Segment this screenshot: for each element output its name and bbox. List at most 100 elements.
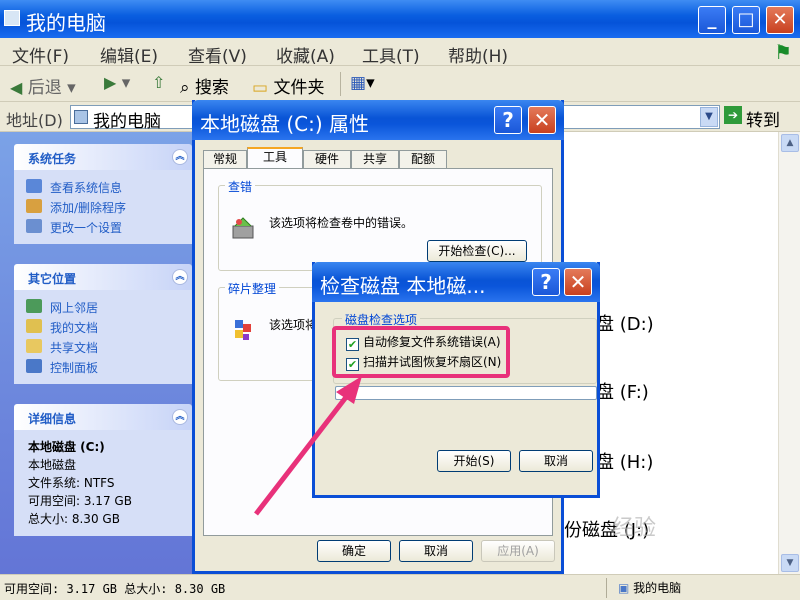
explorer-titlebar: 我的电脑 _ □ ✕: [0, 0, 800, 38]
properties-titlebar[interactable]: 本地磁盘 (C:) 属性 ? ✕: [192, 100, 564, 140]
views-icon: ▦: [350, 73, 367, 93]
other-places-panel: 其它位置 ︽ 网上邻居 我的文档 共享文档 控制面板: [14, 264, 192, 384]
search-icon: ⌕: [180, 78, 190, 98]
collapse-icon[interactable]: ︽: [172, 409, 188, 425]
collapse-icon[interactable]: ︽: [172, 269, 188, 285]
forward-arrow-icon: ▶: [104, 73, 117, 92]
start-button[interactable]: 开始(S): [437, 450, 511, 472]
views-button[interactable]: ▦▾: [350, 73, 375, 93]
status-space: 可用空间: 3.17 GB 总大小: 8.30 GB: [4, 582, 226, 596]
task-pane: 系统任务 ︽ 查看系统信息 添加/删除程序 更改一个设置 其它位置 ︽ 网上邻居…: [0, 132, 200, 574]
help-button[interactable]: ?: [532, 268, 560, 296]
apply-button[interactable]: 应用(A): [481, 540, 555, 562]
watermark: 经验: [612, 516, 657, 541]
programs-icon: [26, 199, 42, 213]
menu-favorites[interactable]: 收藏(A): [276, 42, 335, 67]
check-disk-icon: [232, 217, 254, 239]
link-network-places[interactable]: 网上邻居: [24, 296, 192, 316]
help-button[interactable]: ?: [494, 106, 522, 134]
defrag-text: 该选项将: [269, 318, 318, 332]
menu-bar: 文件(F) 编辑(E) 查看(V) 收藏(A) 工具(T) 帮助(H) ⚑: [0, 38, 800, 67]
forward-button[interactable]: ▶ ▾: [104, 73, 130, 93]
up-folder-button[interactable]: ⇧: [152, 73, 165, 93]
menu-edit[interactable]: 编辑(E): [100, 42, 158, 67]
check-disk-dialog: 检查磁盘 本地磁... ? ✕ 磁盘检查选项 ✔ 自动修复文件系统错误(A) ✔ 扫…: [312, 262, 600, 498]
status-bar: 可用空间: 3.17 GB 总大小: 8.30 GB ▣ 我的电脑: [0, 574, 800, 600]
check-disk-titlebar[interactable]: 检查磁盘 本地磁... ? ✕: [312, 262, 600, 302]
address-dropdown-button[interactable]: ▼: [700, 107, 718, 127]
status-location: ▣ 我的电脑: [618, 581, 682, 595]
detail-total-size: 总大小: 8.30 GB: [28, 512, 120, 526]
computer-icon: ▣: [618, 581, 630, 595]
link-add-remove-programs[interactable]: 添加/删除程序: [24, 196, 192, 216]
scroll-down-button[interactable]: ▼: [781, 554, 799, 572]
system-info-icon: [26, 179, 42, 193]
menu-help[interactable]: 帮助(H): [448, 42, 508, 67]
minimize-button[interactable]: _: [698, 6, 726, 34]
address-label: 地址(D): [6, 111, 63, 130]
link-shared-documents[interactable]: 共享文档: [24, 336, 192, 356]
tab-sharing[interactable]: 共享: [351, 150, 399, 168]
drive-d-label[interactable]: 盘 (D:): [596, 310, 654, 336]
network-icon: [26, 299, 42, 313]
menu-view[interactable]: 查看(V): [188, 42, 247, 67]
link-my-documents[interactable]: 我的文档: [24, 316, 192, 336]
close-button[interactable]: ✕: [564, 268, 592, 296]
go-button[interactable]: ➔ 转到: [724, 106, 780, 131]
folders-button[interactable]: ▭ 文件夹: [252, 73, 324, 98]
computer-icon: [74, 110, 88, 124]
tab-quota[interactable]: 配额: [399, 150, 447, 168]
status-separator: [606, 578, 607, 598]
error-check-group: 查错 该选项将检查卷中的错误。 开始检查(C)...: [218, 178, 542, 271]
ok-button[interactable]: 确定: [317, 540, 391, 562]
computer-icon: [4, 10, 20, 26]
search-button[interactable]: ⌕ 搜索: [180, 73, 229, 98]
tab-general[interactable]: 常规: [203, 150, 247, 168]
defrag-label: 碎片整理: [225, 280, 280, 297]
start-check-button[interactable]: 开始检查(C)...: [427, 240, 527, 262]
link-control-panel[interactable]: 控制面板: [24, 356, 192, 376]
close-button[interactable]: ✕: [528, 106, 556, 134]
highlight-box: [332, 326, 510, 378]
cancel-button[interactable]: 取消: [399, 540, 473, 562]
check-disk-title: 检查磁盘 本地磁...: [320, 274, 486, 298]
detail-filesystem: 文件系统: NTFS: [28, 476, 115, 490]
windows-logo-icon: ⚑: [774, 40, 792, 64]
details-panel: 详细信息 ︽ 本地磁盘 (C:) 本地磁盘 文件系统: NTFS 可用空间: 3…: [14, 404, 192, 536]
toolbar: ◀ 后退 ▾ ▶ ▾ ⇧ ⌕ 搜索 ▭ 文件夹 ▦▾: [0, 66, 800, 102]
detail-drive-name: 本地磁盘 (C:): [28, 440, 105, 454]
shared-folder-icon: [26, 339, 42, 353]
defrag-icon: [235, 320, 251, 340]
link-view-system-info[interactable]: 查看系统信息: [24, 176, 192, 196]
control-panel-icon: [26, 359, 42, 373]
detail-drive-type: 本地磁盘: [28, 458, 77, 472]
detail-free-space: 可用空间: 3.17 GB: [28, 494, 132, 508]
vertical-scrollbar[interactable]: ▲ ▼: [778, 132, 800, 574]
maximize-button[interactable]: □: [732, 6, 760, 34]
tab-tools[interactable]: 工具: [247, 147, 303, 169]
collapse-icon[interactable]: ︽: [172, 149, 188, 165]
drive-h-label[interactable]: 盘 (H:): [596, 448, 653, 474]
tab-hardware[interactable]: 硬件: [303, 150, 351, 168]
toolbar-separator: [340, 72, 341, 96]
scroll-up-button[interactable]: ▲: [781, 134, 799, 152]
system-tasks-header[interactable]: 系统任务 ︽: [14, 144, 192, 170]
error-check-text: 该选项将检查卷中的错误。: [269, 216, 414, 230]
back-button[interactable]: ◀ 后退 ▾: [10, 73, 76, 98]
folder-icon: ▭: [252, 78, 269, 98]
check-progress-bar: [335, 386, 597, 400]
details-header[interactable]: 详细信息 ︽: [14, 404, 192, 430]
menu-file[interactable]: 文件(F): [12, 42, 69, 67]
menu-tools[interactable]: 工具(T): [362, 42, 420, 67]
drive-f-label[interactable]: 盘 (F:): [596, 378, 649, 404]
documents-icon: [26, 319, 42, 333]
properties-title: 本地磁盘 (C:) 属性: [200, 112, 370, 136]
close-button[interactable]: ✕: [766, 6, 794, 34]
cancel-button[interactable]: 取消: [519, 450, 593, 472]
back-arrow-icon: ◀: [10, 78, 23, 97]
other-places-header[interactable]: 其它位置 ︽: [14, 264, 192, 290]
window-title: 我的电脑: [26, 11, 106, 35]
link-change-setting[interactable]: 更改一个设置: [24, 216, 192, 236]
system-tasks-panel: 系统任务 ︽ 查看系统信息 添加/删除程序 更改一个设置: [14, 144, 192, 244]
up-folder-icon: ⇧: [152, 73, 166, 92]
